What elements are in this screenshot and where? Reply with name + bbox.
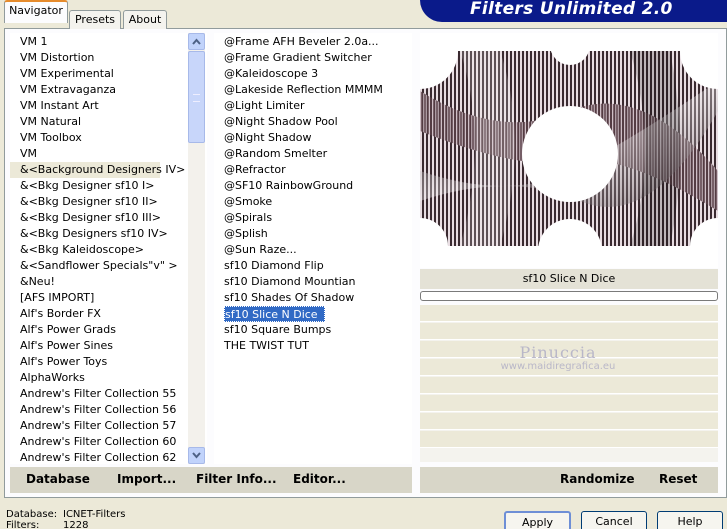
- category-item[interactable]: &<Sandflower Specials"v" >: [10, 258, 207, 274]
- filter-item[interactable]: @Light Limiter: [224, 98, 412, 114]
- slider-row[interactable]: [420, 431, 718, 448]
- database-button[interactable]: Database: [26, 472, 90, 486]
- help-button[interactable]: Help: [657, 511, 723, 529]
- cancel-button[interactable]: Cancel: [581, 511, 647, 529]
- progress-bar: [420, 291, 718, 301]
- category-item[interactable]: VM Experimental: [10, 66, 207, 82]
- category-item[interactable]: VM: [10, 146, 207, 162]
- filter-item[interactable]: @SF10 RainbowGround: [224, 178, 412, 194]
- filter-item[interactable]: @Lakeside Reflection MMMM: [224, 82, 412, 98]
- scroll-up-button[interactable]: [188, 33, 205, 50]
- filters-label: Filters:: [6, 520, 40, 529]
- category-scrollbar[interactable]: [188, 33, 205, 464]
- slider-row[interactable]: [420, 413, 718, 430]
- category-item[interactable]: Alf's Power Sines: [10, 338, 207, 354]
- filter-item[interactable]: @Night Shadow: [224, 130, 412, 146]
- category-item[interactable]: Andrew's Filter Collection 62: [10, 450, 207, 464]
- filter-item[interactable]: @Frame Gradient Switcher: [224, 50, 412, 66]
- category-item[interactable]: VM Extravaganza: [10, 82, 207, 98]
- category-item[interactable]: VM Natural: [10, 114, 207, 130]
- tab-about[interactable]: About: [123, 10, 167, 29]
- database-value: ICNET-Filters: [63, 509, 126, 520]
- slider-row[interactable]: [420, 323, 718, 340]
- category-item[interactable]: &<Bkg Designers sf10 IV>: [10, 226, 207, 242]
- filter-item[interactable]: sf10 Shades Of Shadow: [224, 290, 412, 306]
- slider-row[interactable]: [420, 305, 718, 322]
- navigator-toolbar: Database Import... Filter Info... Editor…: [10, 467, 412, 493]
- filter-info-button[interactable]: Filter Info...: [196, 472, 277, 486]
- category-item[interactable]: VM Toolbox: [10, 130, 207, 146]
- filter-list[interactable]: @Frame AFH Beveler 2.0a... @Frame Gradien…: [214, 33, 412, 464]
- chevron-down-icon: [192, 452, 201, 459]
- category-item[interactable]: Andrew's Filter Collection 57: [10, 418, 207, 434]
- database-info: Database: ICNET-Filters Filters: 1228: [6, 509, 126, 529]
- parameter-sliders[interactable]: [420, 305, 718, 462]
- category-list[interactable]: VM 1 VM Distortion VM Experimental VM Extra…: [10, 33, 207, 464]
- category-item[interactable]: VM Instant Art: [10, 98, 207, 114]
- category-item[interactable]: Alf's Power Toys: [10, 354, 207, 370]
- database-label: Database:: [6, 509, 58, 520]
- filter-item[interactable]: @Random Smelter: [224, 146, 412, 162]
- filters-count: 1228: [63, 520, 89, 529]
- category-item[interactable]: &<Background Designers IV>: [10, 162, 185, 178]
- filter-item[interactable]: @Frame AFH Beveler 2.0a...: [224, 34, 412, 50]
- category-item[interactable]: &<Bkg Designer sf10 I>: [10, 178, 207, 194]
- chevron-up-icon: [192, 38, 201, 45]
- category-item[interactable]: &<Bkg Kaleidoscope>: [10, 242, 207, 258]
- banner-title: Filters Unlimited 2.0: [470, 0, 673, 19]
- category-item[interactable]: Andrew's Filter Collection 60: [10, 434, 207, 450]
- preview-toolbar: Randomize Reset: [420, 467, 718, 493]
- tab-navigator[interactable]: Navigator: [4, 0, 68, 23]
- filter-item[interactable]: @Night Shadow Pool: [224, 114, 412, 130]
- category-item[interactable]: Andrew's Filter Collection 55: [10, 386, 207, 402]
- category-item[interactable]: &<Bkg Designer sf10 III>: [10, 210, 207, 226]
- randomize-button[interactable]: Randomize: [560, 472, 634, 486]
- filter-item[interactable]: @Splish: [224, 226, 412, 242]
- watermark-url: www.maidiregrafica.eu: [500, 361, 616, 372]
- preview-image: [420, 51, 718, 246]
- import-button[interactable]: Import...: [117, 472, 176, 486]
- category-item[interactable]: Andrew's Filter Collection 56: [10, 402, 207, 418]
- filter-item[interactable]: sf10 Diamond Mountian: [224, 274, 412, 290]
- editor-button[interactable]: Editor...: [293, 472, 346, 486]
- filter-item[interactable]: @Kaleidoscope 3: [224, 66, 412, 82]
- filter-preview: [420, 33, 718, 268]
- watermark: Pinuccia www.maidiregrafica.eu: [478, 343, 638, 372]
- slider-row[interactable]: [420, 377, 718, 394]
- filter-item[interactable]: @Refractor: [224, 162, 412, 178]
- scroll-down-button[interactable]: [188, 447, 205, 464]
- tab-presets[interactable]: Presets: [69, 10, 121, 29]
- filter-item[interactable]: sf10 Square Bumps: [224, 322, 412, 338]
- filter-item[interactable]: THE TWIST TUT: [224, 338, 412, 354]
- category-item[interactable]: VM Distortion: [10, 50, 207, 66]
- apply-button[interactable]: Apply: [504, 511, 571, 529]
- category-item[interactable]: Alf's Power Grads: [10, 322, 207, 338]
- category-item[interactable]: [AFS IMPORT]: [10, 290, 207, 306]
- filter-item[interactable]: sf10 Diamond Flip: [224, 258, 412, 274]
- filter-item[interactable]: @Smoke: [224, 194, 412, 210]
- category-item[interactable]: VM 1: [10, 34, 207, 50]
- selected-filter-label: sf10 Slice N Dice: [420, 269, 718, 289]
- slider-row[interactable]: [420, 395, 718, 412]
- watermark-name: Pinuccia: [519, 343, 597, 362]
- category-item[interactable]: &<Bkg Designer sf10 II>: [10, 194, 207, 210]
- reset-button[interactable]: Reset: [659, 472, 697, 486]
- filter-item[interactable]: @Spirals: [224, 210, 412, 226]
- filter-item[interactable]: @Sun Raze...: [224, 242, 412, 258]
- category-item[interactable]: AlphaWorks: [10, 370, 207, 386]
- scroll-thumb[interactable]: [188, 51, 205, 143]
- category-item[interactable]: &Neu!: [10, 274, 207, 290]
- filter-item-selected[interactable]: sf10 Slice N Dice: [224, 306, 325, 322]
- category-item[interactable]: Alf's Border FX: [10, 306, 207, 322]
